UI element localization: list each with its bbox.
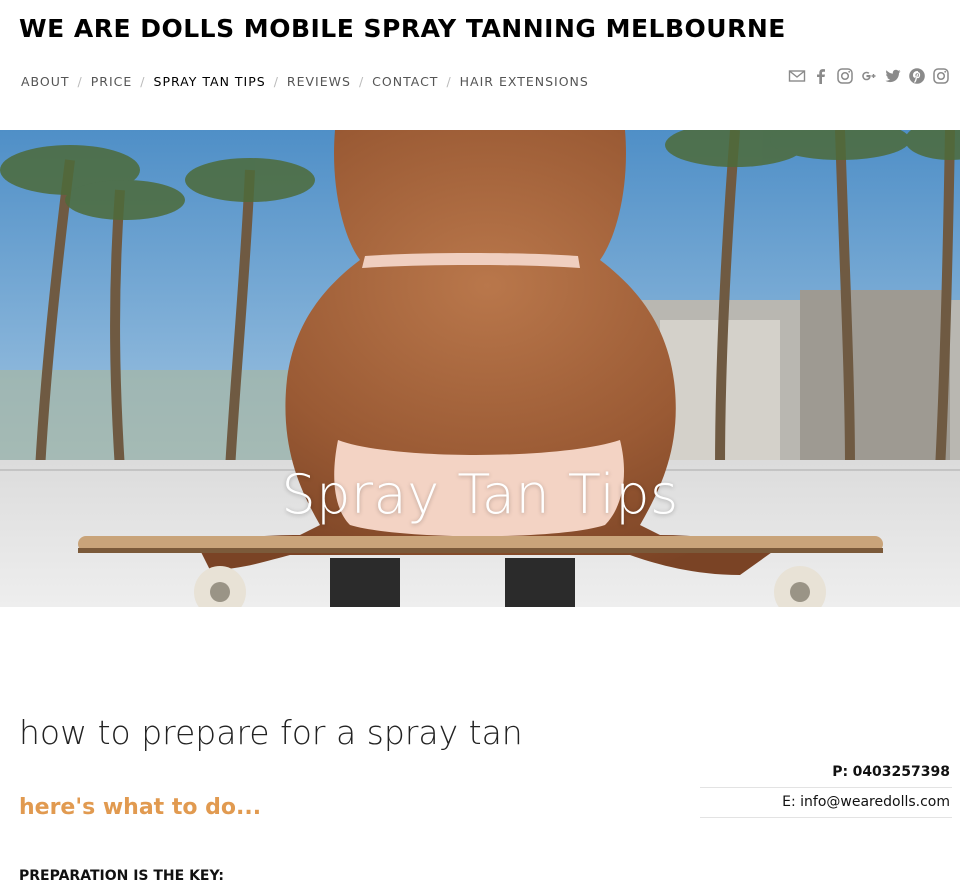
section-subheading: here's what to do... — [19, 795, 262, 820]
twitter-icon[interactable] — [884, 66, 902, 86]
instagram-icon[interactable] — [932, 66, 950, 86]
nav-item-price[interactable]: PRICE — [91, 74, 133, 89]
nav-separator: / — [77, 74, 83, 89]
contact-email-row: E: info@wearedolls.com — [700, 788, 952, 818]
section-heading: how to prepare for a spray tan — [19, 713, 523, 752]
google-plus-icon[interactable] — [860, 66, 878, 86]
nav-separator: / — [273, 74, 279, 89]
pinterest-icon[interactable] — [908, 66, 926, 86]
main-nav: ABOUT / PRICE / SPRAY TAN TIPS / REVIEWS… — [21, 74, 589, 89]
nav-item-about[interactable]: ABOUT — [21, 74, 70, 89]
nav-separator: / — [446, 74, 452, 89]
nav-item-contact[interactable]: CONTACT — [372, 74, 438, 89]
hero-banner: Spray Tan Tips — [0, 130, 960, 607]
email-icon[interactable] — [788, 66, 806, 86]
nav-separator: / — [140, 74, 146, 89]
contact-phone-row: P: 0403257398 — [700, 758, 952, 788]
hero-background-image — [0, 130, 960, 607]
email-address[interactable]: info@wearedolls.com — [800, 794, 950, 810]
facebook-icon[interactable] — [812, 66, 830, 86]
site-title[interactable]: WE ARE DOLLS MOBILE SPRAY TANNING MELBOU… — [19, 14, 786, 43]
phone-label: P: — [832, 764, 849, 780]
instagram-icon[interactable] — [836, 66, 854, 86]
email-label: E: — [782, 794, 796, 810]
social-links — [788, 66, 950, 86]
hero-title: Spray Tan Tips — [281, 463, 679, 526]
nav-item-reviews[interactable]: REVIEWS — [287, 74, 351, 89]
contact-box: P: 0403257398 E: info@wearedolls.com — [700, 758, 952, 818]
phone-number[interactable]: 0403257398 — [853, 764, 950, 780]
nav-separator: / — [358, 74, 365, 89]
nav-item-spray-tan-tips[interactable]: SPRAY TAN TIPS — [154, 74, 266, 89]
nav-item-hair-extensions[interactable]: HAIR EXTENSIONS — [460, 74, 589, 89]
preparation-label: PREPARATION IS THE KEY: — [19, 868, 224, 884]
